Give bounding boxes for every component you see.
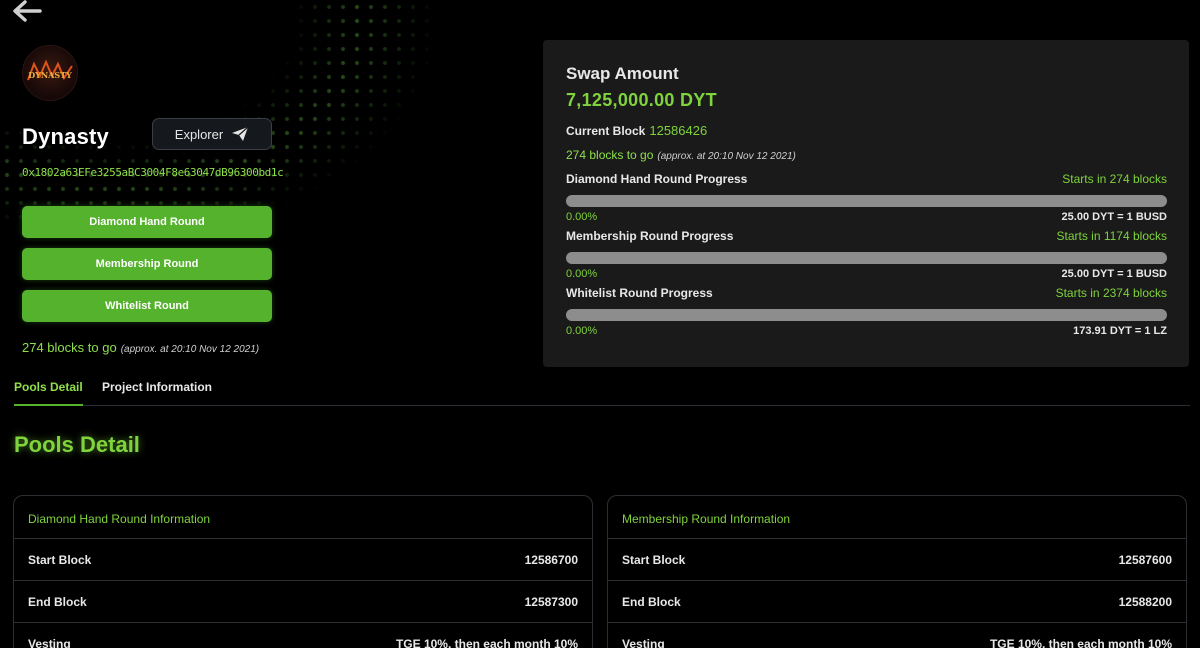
progress-starts: Starts in 274 blocks (1062, 172, 1167, 186)
row-label: End Block (28, 594, 87, 609)
approx-time: (approx. at 20:10 Nov 12 2021) (120, 344, 260, 355)
contract-address[interactable]: 0x1802a63EFe3255aBC3004F8e63047dB96300bd… (22, 166, 284, 179)
progress-rate: 173.91 DYT = 1 LZ (1073, 325, 1167, 337)
membership-round-button[interactable]: Membership Round (22, 248, 272, 280)
row-value: 12587300 (524, 594, 578, 609)
explorer-label: Explorer (174, 126, 224, 142)
progress-starts: Starts in 2374 blocks (1055, 286, 1167, 300)
card-title: Membership Round Information (608, 496, 1186, 539)
progress-label: Diamond Hand Round Progress (566, 172, 748, 186)
swap-blocks-to-go-text: 274 blocks to go (566, 148, 654, 162)
row-label: End Block (622, 594, 681, 609)
progress-percent: 0.00% (566, 325, 598, 337)
diamond-hand-info-card: Diamond Hand Round Information Start Blo… (13, 495, 593, 648)
row-label: Vesting (28, 636, 71, 648)
progress-label: Whitelist Round Progress (566, 286, 713, 300)
current-block-value: 12586426 (649, 123, 708, 138)
membership-info-card: Membership Round Information Start Block… (607, 495, 1187, 648)
swap-blocks-to-go: 274 blocks to go (approx. at 20:10 Nov 12… (566, 148, 1167, 162)
whitelist-progress: Whitelist Round Progress Starts in 2374 … (566, 286, 1167, 337)
diamond-hand-round-button[interactable]: Diamond Hand Round (22, 206, 272, 238)
progress-rate: 25.00 DYT = 1 BUSD (1061, 268, 1167, 280)
row-label: Vesting (622, 636, 665, 648)
current-block: Current Block 12586426 (566, 123, 1167, 138)
detail-tabs: Pools Detail Project Information (14, 378, 1190, 406)
swap-approx-time: (approx. at 20:10 Nov 12 2021) (657, 151, 796, 162)
row-label: Start Block (622, 552, 686, 567)
progress-percent: 0.00% (566, 211, 598, 223)
blocks-to-go-text: 274 blocks to go (22, 340, 117, 355)
row-value: TGE 10%, then each month 10% (989, 636, 1172, 648)
tab-project-information[interactable]: Project Information (102, 380, 212, 404)
progress-bar (566, 195, 1167, 207)
progress-percent: 0.00% (566, 268, 598, 280)
svg-text:DYNASTY: DYNASTY (28, 70, 72, 80)
project-name: Dynasty (22, 124, 109, 149)
tab-pools-detail[interactable]: Pools Detail (14, 380, 83, 406)
table-row: End Block 12587300 (14, 581, 592, 623)
progress-rate: 25.00 DYT = 1 BUSD (1061, 211, 1167, 223)
section-title: Pools Detail (14, 432, 140, 457)
dotted-background (0, 0, 560, 380)
row-value: 12586700 (524, 552, 578, 567)
progress-starts: Starts in 1174 blocks (1056, 229, 1167, 243)
table-row: Vesting TGE 10%, then each month 10% (608, 623, 1186, 648)
table-row: Start Block 12587600 (608, 539, 1186, 581)
card-title: Diamond Hand Round Information (14, 496, 592, 539)
table-row: Vesting TGE 10%, then each month 10% (14, 623, 592, 648)
dynasty-logo-icon: DYNASTY (27, 59, 73, 81)
blocks-to-go: 274 blocks to go (approx. at 20:10 Nov 12… (22, 340, 259, 355)
progress-label: Membership Round Progress (566, 229, 734, 243)
current-block-label: Current Block (566, 124, 646, 138)
swap-title: Swap Amount (566, 64, 679, 83)
diamond-hand-progress: Diamond Hand Round Progress Starts in 27… (566, 172, 1167, 223)
swap-panel: Swap Amount 7,125,000.00 DYT Current Blo… (543, 40, 1189, 367)
row-label: Start Block (28, 552, 92, 567)
explorer-button[interactable]: Explorer (152, 118, 272, 150)
progress-bar (566, 252, 1167, 264)
row-value: 12587600 (1118, 552, 1172, 567)
membership-progress: Membership Round Progress Starts in 1174… (566, 229, 1167, 280)
row-value: TGE 10%, then each month 10% (395, 636, 578, 648)
project-logo: DYNASTY (22, 45, 78, 101)
arrow-left-icon[interactable] (12, 0, 42, 22)
swap-amount: 7,125,000.00 DYT (566, 90, 717, 110)
table-row: Start Block 12586700 (14, 539, 592, 581)
whitelist-round-button[interactable]: Whitelist Round (22, 290, 272, 322)
progress-bar (566, 309, 1167, 321)
paper-plane-icon (232, 126, 249, 141)
row-value: 12588200 (1118, 594, 1172, 609)
table-row: End Block 12588200 (608, 581, 1186, 623)
